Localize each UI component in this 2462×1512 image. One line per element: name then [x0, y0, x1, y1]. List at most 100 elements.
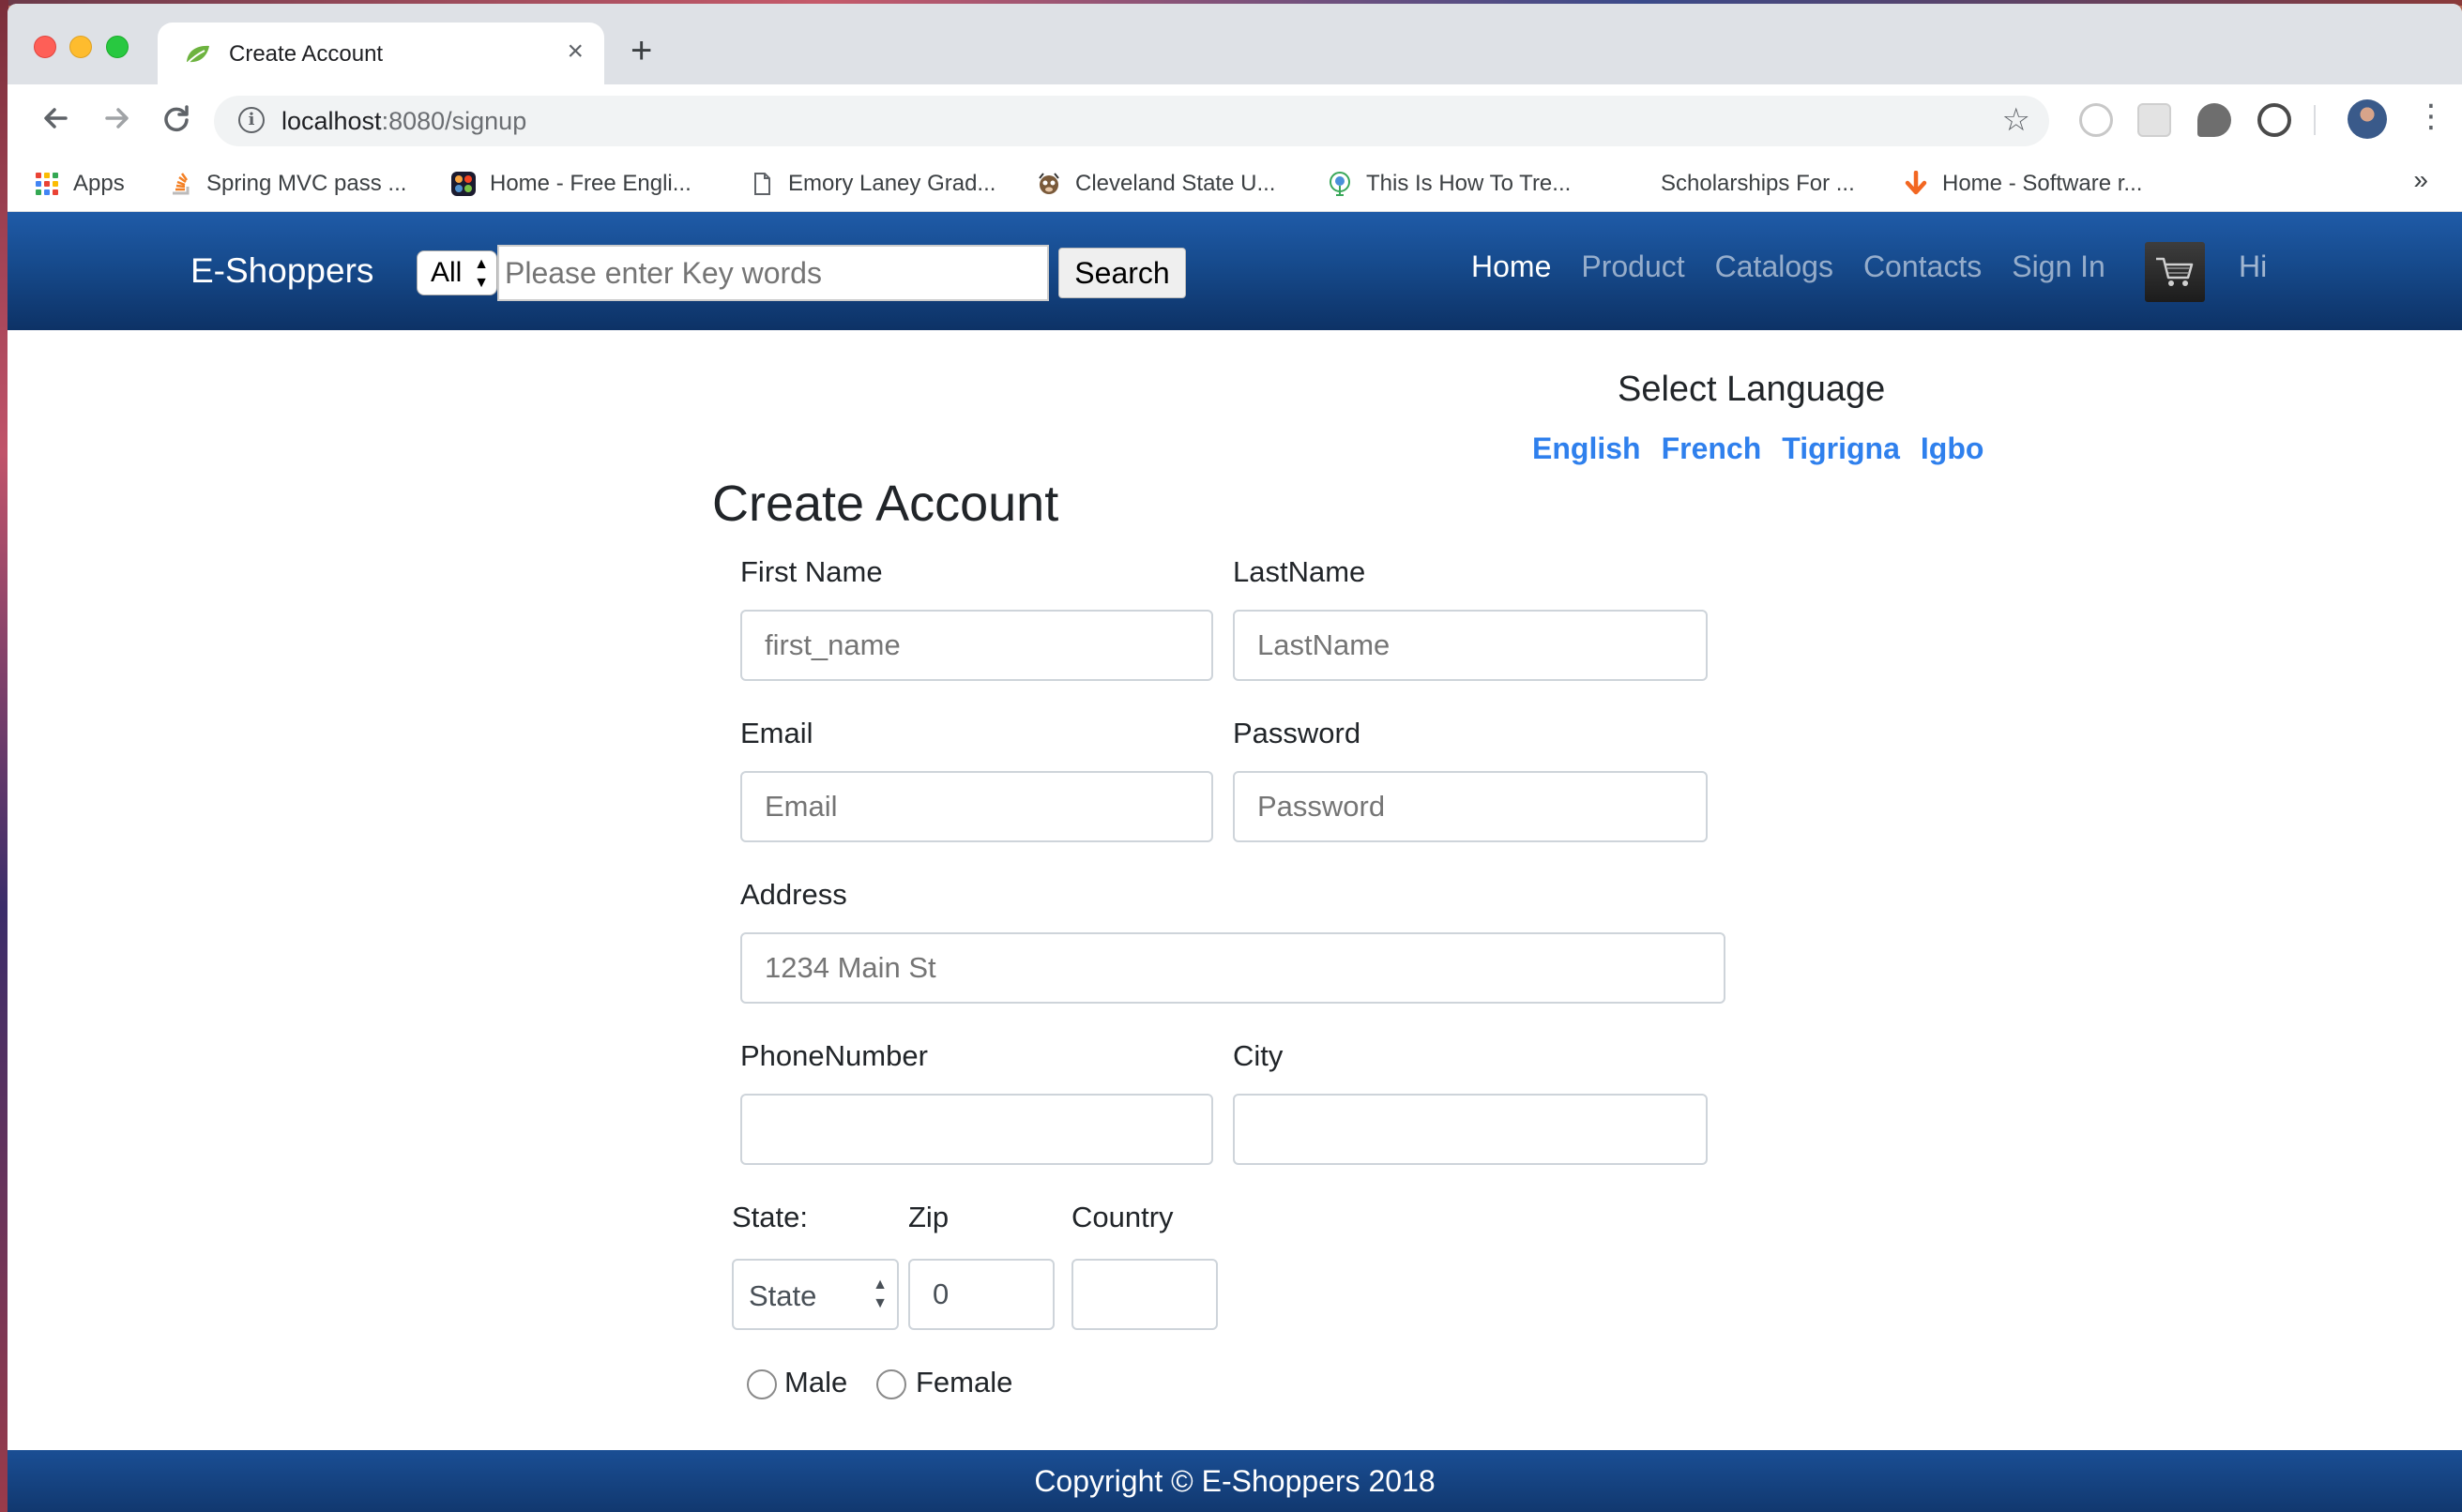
- category-select-value: All: [431, 257, 463, 288]
- bookmark-label: Home - Software r...: [1942, 171, 2143, 196]
- bookmark-emory-laney[interactable]: Emory Laney Grad...: [749, 167, 995, 201]
- browser-toolbar: i localhost:8080/signup ☆ ⋮: [8, 84, 2462, 158]
- address-bar[interactable]: i localhost:8080/signup ☆: [214, 96, 2049, 146]
- bookmark-spring-mvc[interactable]: Spring MVC pass ...: [167, 167, 406, 201]
- city-field[interactable]: [1233, 1094, 1708, 1165]
- zip-field[interactable]: [908, 1259, 1055, 1330]
- bookmark-label: Spring MVC pass ...: [206, 171, 407, 196]
- bookmark-label: Emory Laney Grad...: [788, 171, 996, 196]
- site-navbar: E-Shoppers All ▲▼ Search Home Product Ca…: [8, 212, 2462, 330]
- language-tigrigna-link[interactable]: Tigrigna: [1782, 431, 1900, 466]
- maximize-window-button[interactable]: [106, 36, 129, 58]
- male-label: Male: [784, 1366, 848, 1399]
- first-name-field[interactable]: [740, 610, 1213, 681]
- nav-link-home[interactable]: Home: [1471, 249, 1551, 284]
- minimize-window-button[interactable]: [69, 36, 92, 58]
- bookmark-star-icon[interactable]: ☆: [2002, 101, 2030, 139]
- sync-extension-icon[interactable]: [2257, 103, 2291, 137]
- female-radio[interactable]: [876, 1369, 906, 1399]
- state-select-value: State: [749, 1279, 817, 1312]
- bookmark-label: Scholarships For ...: [1661, 171, 1855, 196]
- bookmark-apps[interactable]: Apps: [36, 167, 125, 201]
- bookmark-free-english[interactable]: Home - Free Engli...: [450, 167, 691, 201]
- zip-label: Zip: [908, 1201, 950, 1233]
- search-input[interactable]: [497, 245, 1049, 301]
- site-footer: Copyright © E-Shoppers 2018: [8, 1450, 2462, 1512]
- url-host: localhost: [281, 107, 382, 135]
- new-tab-button[interactable]: +: [631, 32, 652, 69]
- tab-close-icon[interactable]: ×: [567, 38, 584, 66]
- language-english-link[interactable]: English: [1532, 431, 1641, 466]
- nav-link-product[interactable]: Product: [1581, 249, 1684, 284]
- reload-icon[interactable]: [156, 98, 197, 139]
- forward-icon[interactable]: [96, 98, 137, 139]
- signup-page: Select Language English French Tigrigna …: [8, 330, 2462, 1450]
- user-greeting: Hi: [2239, 249, 2268, 283]
- bookmark-scholarships[interactable]: Scholarships For ...: [1661, 167, 1855, 201]
- chat-extension-icon[interactable]: [2197, 103, 2231, 137]
- extension-grid-icon[interactable]: [2137, 103, 2171, 137]
- page-title: Create Account: [712, 476, 1059, 532]
- apps-grid-icon: [36, 173, 58, 195]
- brand-logo-link[interactable]: E-Shoppers: [190, 251, 373, 291]
- bookmarks-bar: Apps Spring MVC pass ... Home - Free Eng…: [8, 158, 2462, 212]
- female-label: Female: [916, 1366, 1013, 1399]
- select-arrows-icon: ▲ ▼: [873, 1277, 888, 1311]
- joomla-icon: [451, 172, 476, 196]
- category-select[interactable]: All ▲ ▼: [417, 250, 497, 295]
- url-path: :8080/signup: [381, 107, 527, 135]
- stackoverflow-icon: [173, 173, 190, 195]
- back-icon[interactable]: [36, 98, 77, 139]
- first-name-label: First Name: [740, 555, 883, 588]
- male-radio[interactable]: [747, 1369, 777, 1399]
- password-field[interactable]: [1233, 771, 1708, 842]
- tree-icon: [1330, 172, 1350, 196]
- state-label: State:: [732, 1201, 808, 1233]
- language-french-link[interactable]: French: [1662, 431, 1762, 466]
- phone-label: PhoneNumber: [740, 1039, 928, 1072]
- password-label: Password: [1233, 717, 1361, 749]
- nav-link-catalogs[interactable]: Catalogs: [1715, 249, 1833, 284]
- select-arrows-icon: ▲ ▼: [474, 256, 489, 291]
- last-name-field[interactable]: [1233, 610, 1708, 681]
- address-field[interactable]: [740, 932, 1725, 1004]
- nav-links: Home Product Catalogs Contacts Sign In: [1471, 249, 2105, 284]
- copyright-text: Copyright © E-Shoppers 2018: [1034, 1464, 1436, 1498]
- cart-icon[interactable]: [2145, 242, 2205, 302]
- phone-field[interactable]: [740, 1094, 1213, 1165]
- email-field[interactable]: [740, 771, 1213, 842]
- last-name-label: LastName: [1233, 555, 1366, 588]
- bookmarks-overflow-button[interactable]: »: [2413, 165, 2428, 195]
- tab-strip: Create Account × +: [8, 4, 2462, 86]
- toolbar-divider: [2314, 105, 2316, 135]
- mascot-icon: [1039, 173, 1059, 194]
- bookmark-cleveland-state[interactable]: Cleveland State U...: [1036, 167, 1275, 201]
- country-label: Country: [1071, 1201, 1174, 1233]
- down-arrow-icon: [1905, 171, 1927, 195]
- city-label: City: [1233, 1039, 1284, 1072]
- bookmark-label: This Is How To Tre...: [1366, 171, 1572, 196]
- bookmark-software[interactable]: Home - Software r...: [1903, 167, 2142, 201]
- document-icon: [754, 173, 770, 195]
- browser-menu-icon[interactable]: ⋮: [2415, 98, 2447, 135]
- bookmark-label: Home - Free Engli...: [490, 171, 691, 196]
- react-devtools-icon[interactable]: [2079, 103, 2113, 137]
- country-field[interactable]: [1071, 1259, 1218, 1330]
- bookmark-label: Cleveland State U...: [1075, 171, 1276, 196]
- tab-title: Create Account: [229, 41, 384, 67]
- close-window-button[interactable]: [34, 36, 56, 58]
- site-info-icon[interactable]: i: [238, 107, 265, 133]
- search-button[interactable]: Search: [1058, 248, 1186, 298]
- tab-create-account[interactable]: Create Account ×: [158, 23, 604, 86]
- nav-link-contacts[interactable]: Contacts: [1863, 249, 1982, 284]
- profile-avatar[interactable]: [2348, 99, 2387, 139]
- address-label: Address: [740, 878, 847, 911]
- state-select[interactable]: State ▲ ▼: [732, 1259, 899, 1330]
- language-igbo-link[interactable]: Igbo: [1921, 431, 1984, 466]
- nav-link-sign-in[interactable]: Sign In: [2012, 249, 2105, 284]
- browser-window: Create Account × + i localhost:8080/sign…: [8, 4, 2462, 1512]
- url-text[interactable]: localhost:8080/signup: [281, 107, 526, 136]
- language-title: Select Language: [1618, 370, 1886, 409]
- bookmark-label: Apps: [73, 171, 125, 196]
- bookmark-how-to-treat[interactable]: This Is How To Tre...: [1327, 167, 1571, 201]
